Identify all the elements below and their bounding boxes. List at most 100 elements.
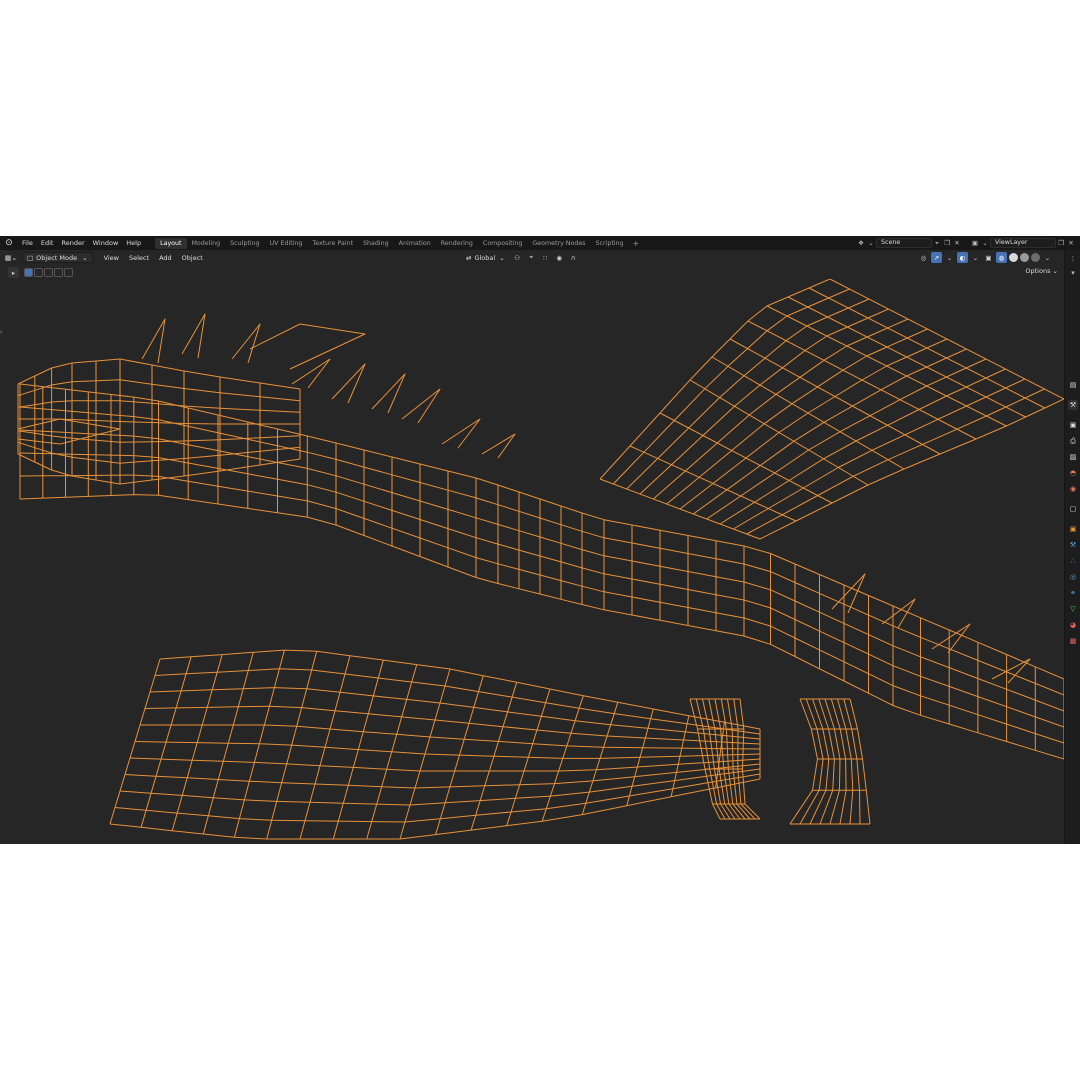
- chevron-down-icon[interactable]: ▾: [1068, 268, 1078, 278]
- xray-icon[interactable]: ▣: [983, 252, 994, 263]
- viewport-header: ▦⌄ □ Object Mode ⌄ View Select Add Objec…: [0, 250, 1064, 265]
- visibility-icon[interactable]: ◎: [918, 252, 929, 263]
- tool-properties-icon[interactable]: ⚒: [1068, 400, 1078, 410]
- tab-layout[interactable]: Layout: [155, 237, 187, 249]
- render-properties-icon[interactable]: ▣: [1068, 420, 1078, 430]
- menu-edit[interactable]: Edit: [37, 236, 58, 250]
- gizmo-icon[interactable]: ↗: [931, 252, 942, 263]
- menu-view[interactable]: View: [99, 254, 124, 262]
- output-properties-icon[interactable]: ⎙: [1068, 436, 1078, 446]
- 3d-viewport[interactable]: ›: [0, 279, 1064, 844]
- menu-icon[interactable]: ⋮: [1068, 254, 1078, 264]
- spike-edge: [401, 388, 441, 424]
- options-label: Options: [1025, 267, 1051, 275]
- scene-properties-icon[interactable]: ◓: [1068, 468, 1078, 478]
- world-properties-icon[interactable]: ◉: [1068, 484, 1078, 494]
- object-properties-icon[interactable]: ▣: [1068, 524, 1078, 534]
- proportional-edit-icon[interactable]: ◉: [554, 252, 565, 263]
- close-icon[interactable]: ✕: [1066, 238, 1076, 248]
- mesh-data-icon[interactable]: ▽: [1068, 604, 1078, 614]
- tab-rendering[interactable]: Rendering: [436, 238, 478, 249]
- chevron-down-icon[interactable]: ⌄: [866, 238, 876, 248]
- pin-icon[interactable]: ⌖: [932, 238, 942, 248]
- menu-add[interactable]: Add: [154, 254, 177, 262]
- viewlayer-icon[interactable]: ▣: [970, 238, 980, 248]
- tab-uv-editing[interactable]: UV Editing: [265, 238, 308, 249]
- solid-shading-icon[interactable]: [1009, 253, 1018, 262]
- lower-wing-mesh: [159, 649, 761, 730]
- editor-type-icon[interactable]: ▤: [1068, 380, 1078, 390]
- body-mesh: [19, 494, 1064, 760]
- add-workspace-button[interactable]: +: [629, 239, 644, 248]
- lower-wing-mesh: [470, 682, 518, 831]
- editor-type-icon[interactable]: ▦⌄: [0, 252, 22, 263]
- tab-compositing[interactable]: Compositing: [478, 238, 527, 249]
- front-leg-mesh: [727, 698, 751, 820]
- snap-icon[interactable]: ⌖: [526, 252, 537, 263]
- collection-icon[interactable]: ▢: [1068, 504, 1078, 514]
- particles-icon[interactable]: ∴: [1068, 556, 1078, 566]
- select-tool-icon[interactable]: ▸: [8, 267, 19, 278]
- scene-icon[interactable]: ❖: [856, 238, 866, 248]
- hind-leg-mesh: [799, 698, 824, 825]
- chevron-down-icon: ⌄: [499, 253, 505, 262]
- viewlayer-name-field[interactable]: ViewLayer: [990, 238, 1056, 248]
- upper-wing-mesh: [759, 398, 1064, 540]
- front-leg-mesh: [695, 698, 726, 820]
- menu-select[interactable]: Select: [124, 254, 154, 262]
- material-shading-icon[interactable]: [1020, 253, 1029, 262]
- blender-window: ⊙ File Edit Render Window Help Layout Mo…: [0, 236, 1080, 844]
- constraints-icon[interactable]: ⚭: [1068, 588, 1078, 598]
- upper-wing-mesh: [599, 478, 761, 540]
- select-invert-icon[interactable]: [54, 267, 63, 277]
- select-subtract-icon[interactable]: [44, 267, 53, 277]
- upper-wing-mesh: [829, 279, 1064, 400]
- body-mesh: [19, 452, 1064, 728]
- select-extend-icon[interactable]: [34, 267, 43, 277]
- chevron-down-icon[interactable]: ⌄: [980, 238, 990, 248]
- tab-modeling[interactable]: Modeling: [187, 238, 226, 249]
- texture-icon[interactable]: ▩: [1068, 636, 1078, 646]
- falloff-icon[interactable]: ∩: [568, 252, 579, 263]
- spike-edge: [831, 573, 866, 614]
- physics-icon[interactable]: ◎: [1068, 572, 1078, 582]
- wireframe-shading-icon[interactable]: ◍: [996, 252, 1007, 263]
- chevron-down-icon[interactable]: ⌄: [944, 252, 955, 263]
- pivot-icon[interactable]: ⚇: [512, 252, 523, 263]
- tab-animation[interactable]: Animation: [394, 238, 436, 249]
- upper-wing-mesh: [679, 338, 948, 510]
- tab-sculpting[interactable]: Sculpting: [225, 238, 264, 249]
- menu-object[interactable]: Object: [177, 254, 208, 262]
- main-menu: File Edit Render Window Help: [18, 236, 145, 250]
- view-layer-icon[interactable]: ▨: [1068, 452, 1078, 462]
- new-viewlayer-icon[interactable]: ❐: [1056, 238, 1066, 248]
- chevron-down-icon[interactable]: ⌄: [1042, 252, 1053, 263]
- spike-edge: [441, 418, 481, 449]
- menu-file[interactable]: File: [18, 236, 37, 250]
- overlays-icon[interactable]: ◐: [957, 252, 968, 263]
- select-new-icon[interactable]: [24, 267, 33, 277]
- material-icon[interactable]: ◕: [1068, 620, 1078, 630]
- blender-logo-icon[interactable]: ⊙: [0, 236, 18, 250]
- tab-shading[interactable]: Shading: [358, 238, 394, 249]
- mode-dropdown[interactable]: □ Object Mode ⌄: [22, 252, 93, 263]
- select-intersect-icon[interactable]: [64, 267, 73, 277]
- scene-name-field[interactable]: Scene: [876, 238, 932, 248]
- chevron-down-icon[interactable]: ⌄: [970, 252, 981, 263]
- tab-texture-paint[interactable]: Texture Paint: [307, 238, 358, 249]
- snap-target-icon[interactable]: ∷: [540, 252, 551, 263]
- rendered-shading-icon[interactable]: [1031, 253, 1040, 262]
- modifier-wrench-icon[interactable]: ⚒: [1068, 540, 1078, 550]
- upper-wing-mesh: [706, 358, 987, 520]
- menu-window[interactable]: Window: [89, 236, 123, 250]
- menu-render[interactable]: Render: [57, 236, 88, 250]
- new-scene-icon[interactable]: ❐: [942, 238, 952, 248]
- upper-wing-mesh: [639, 308, 889, 495]
- menu-help[interactable]: Help: [122, 236, 145, 250]
- tab-scripting[interactable]: Scripting: [591, 238, 629, 249]
- tab-geometry-nodes[interactable]: Geometry Nodes: [527, 238, 590, 249]
- options-dropdown[interactable]: Options ⌄: [1025, 267, 1058, 275]
- orientation-dropdown[interactable]: ⇄ Global ⌄: [462, 252, 509, 263]
- scene-selector: ❖ ⌄ Scene ⌖ ❐ ✕ ▣ ⌄ ViewLayer ❐ ✕: [856, 238, 1076, 248]
- close-icon[interactable]: ✕: [952, 238, 962, 248]
